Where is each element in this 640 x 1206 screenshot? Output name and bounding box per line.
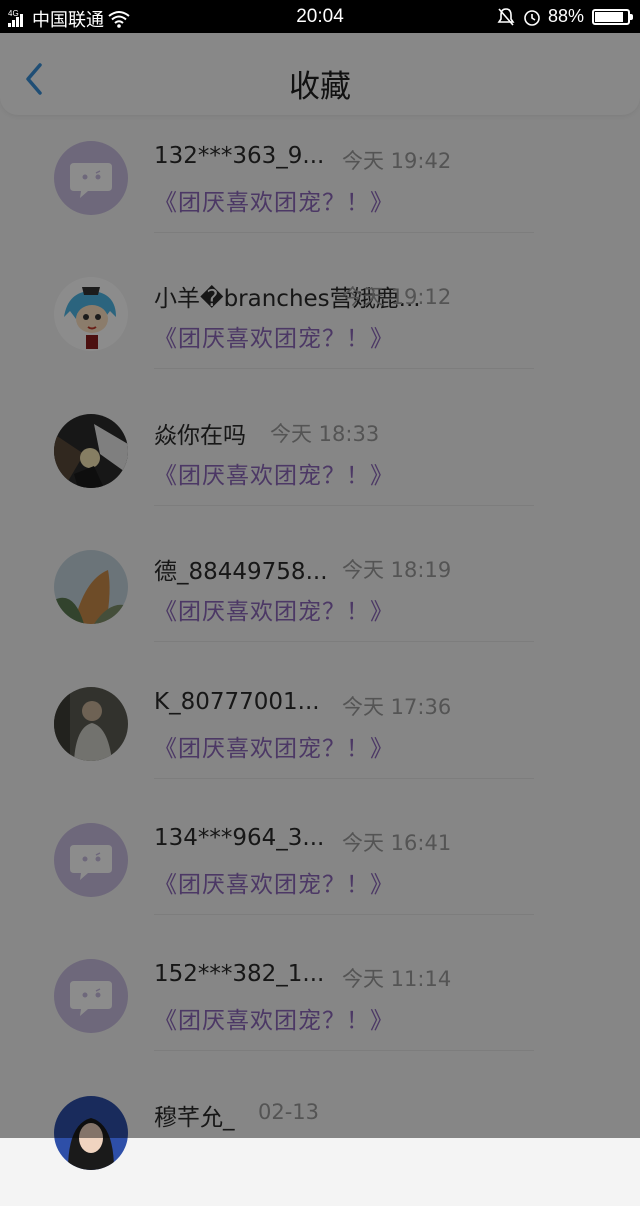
alarm-icon (524, 9, 540, 26)
user-name: 132***363_9... (154, 143, 325, 169)
book-title-link[interactable]: 《团厌喜欢团宠？！》 (154, 729, 394, 763)
user-name: 德_88449758... (154, 559, 328, 585)
book-title-link[interactable]: 《团厌喜欢团宠？！》 (154, 865, 394, 899)
avatar[interactable] (54, 277, 128, 351)
book-title-link[interactable]: 《团厌喜欢团宠？！》 (154, 456, 394, 490)
user-name: 焱你在吗 (154, 423, 246, 449)
avatar[interactable] (54, 550, 128, 624)
item-time: 02-13 (258, 1100, 320, 1124)
item-time: 今天 19:42 (342, 149, 452, 173)
favorite-item[interactable]: 德_88449758... 今天 18:19 《团厌喜欢团宠？！》 (0, 524, 640, 660)
favorite-item[interactable]: 焱你在吗 今天 18:33 《团厌喜欢团宠？！》 (0, 388, 640, 524)
item-time: 今天 18:19 (342, 558, 452, 582)
person-avatar-icon (54, 687, 128, 761)
page-title: 收藏 (289, 69, 351, 105)
divider (154, 914, 534, 915)
avatar[interactable] (54, 141, 128, 215)
favorite-item[interactable]: K_80777001... 今天 17:36 《团厌喜欢团宠？！》 (0, 661, 640, 797)
divider (154, 368, 534, 369)
item-time: 今天 17:36 (342, 695, 452, 719)
favorite-item[interactable]: 132***363_9... 今天 19:42 《团厌喜欢团宠？！》 (0, 115, 640, 251)
user-name: 穆芊允_ (154, 1105, 235, 1131)
battery-icon (592, 8, 633, 25)
default-avatar-icon (70, 163, 112, 198)
favorite-item[interactable]: 134***964_3... 今天 16:41 《团厌喜欢团宠？！》 (0, 797, 640, 933)
book-title-link[interactable]: 《团厌喜欢团宠？！》 (154, 183, 394, 217)
default-avatar-icon (70, 845, 112, 880)
book-title-link[interactable]: 《团厌喜欢团宠？！》 (154, 319, 394, 353)
landscape-avatar-icon (54, 550, 128, 624)
user-name: K_80777001... (154, 689, 320, 715)
avatar[interactable] (54, 687, 128, 761)
item-time: 今天 16:41 (342, 831, 452, 855)
battery-percent: 88% (547, 6, 584, 26)
default-avatar-icon (70, 981, 112, 1016)
artwork-avatar-icon (54, 414, 128, 488)
nav-header: 收藏 (0, 33, 640, 115)
book-title-link[interactable]: 《团厌喜欢团宠？！》 (154, 592, 394, 626)
user-name: 152***382_1... (154, 961, 325, 987)
avatar[interactable] (54, 1096, 128, 1170)
divider (154, 778, 534, 779)
favorite-item[interactable]: 小羊�branches营娥鹿... 今天 19:12 《团厌喜欢团宠？！》 (0, 251, 640, 387)
divider (154, 505, 534, 506)
favorite-item[interactable]: 152***382_1... 今天 11:14 《团厌喜欢团宠？！》 (0, 933, 640, 1069)
avatar[interactable] (54, 959, 128, 1033)
status-right: 88% (496, 6, 633, 27)
divider (154, 641, 534, 642)
mute-bell-icon (497, 7, 515, 26)
item-time: 今天 18:33 (270, 422, 380, 446)
favorite-item[interactable]: 穆芊允_ 02-13 (0, 1070, 640, 1206)
item-time: 今天 11:14 (342, 967, 452, 991)
avatar[interactable] (54, 823, 128, 897)
item-time: 今天 19:12 (342, 285, 452, 309)
book-title-link[interactable]: 《团厌喜欢团宠？！》 (154, 1001, 394, 1035)
anime-avatar-icon (54, 277, 128, 351)
divider (154, 232, 534, 233)
user-name: 134***964_3... (154, 825, 325, 851)
avatar[interactable] (54, 414, 128, 488)
portrait-avatar-icon (54, 1096, 128, 1170)
divider (154, 1050, 534, 1051)
status-bar: 4G 中国联通 20:04 88% (0, 0, 640, 33)
